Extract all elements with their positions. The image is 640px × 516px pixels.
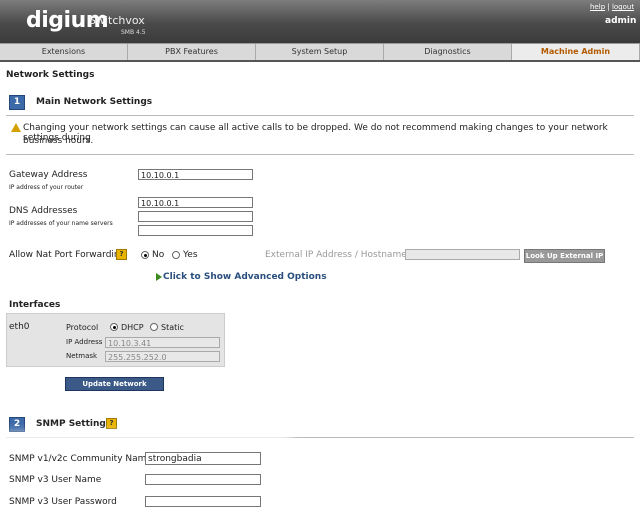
nat-no-label: No (152, 250, 165, 260)
static-radio[interactable] (150, 323, 158, 331)
lookup-external-ip-button[interactable]: Look Up External IP (524, 249, 605, 263)
product-version: SMB 4.5 (121, 29, 146, 36)
ip-address-input[interactable]: 10.10.3.41 (105, 337, 220, 348)
gateway-hint: IP address of your router (9, 184, 84, 191)
snmp-password-input[interactable] (145, 496, 261, 507)
section-number-badge: 2 (9, 417, 25, 432)
dns-label: DNS Addresses (9, 206, 78, 216)
update-network-settings-button[interactable]: Update Network Settings (65, 377, 164, 400)
protocol-label: Protocol (66, 323, 99, 332)
tab-system-setup[interactable]: System Setup (256, 44, 384, 60)
section-divider (6, 437, 634, 438)
logout-link[interactable]: logout (612, 3, 634, 11)
snmp-user-input[interactable] (145, 474, 261, 485)
help-link[interactable]: help (590, 3, 605, 11)
nat-yes-label: Yes (183, 250, 198, 260)
dns-hint: IP addresses of your name servers (9, 220, 113, 227)
page-title: Network Settings (6, 70, 95, 80)
snmp-community-input[interactable]: strongbadia (145, 452, 261, 465)
external-ip-input[interactable] (405, 249, 520, 260)
expand-triangle-icon (156, 273, 162, 281)
snmp-community-label: SNMP v1/v2c Community Name (9, 454, 152, 464)
snmp-user-label: SNMP v3 User Name (9, 475, 102, 485)
nat-yes-radio[interactable] (172, 251, 180, 259)
tab-diagnostics[interactable]: Diagnostics (384, 44, 512, 60)
help-icon[interactable]: ? (116, 249, 127, 260)
section-divider (6, 115, 634, 116)
netmask-input[interactable]: 255.255.252.0 (105, 351, 220, 362)
netmask-label: Netmask (66, 352, 98, 360)
section-number-badge: 1 (9, 95, 25, 110)
snmp-password-label: SNMP v3 User Password (9, 497, 117, 507)
interfaces-title: Interfaces (9, 300, 61, 310)
top-links: help | logout (590, 3, 635, 11)
section-divider (6, 154, 634, 155)
nat-no-radio[interactable] (141, 251, 149, 259)
snmp-section-title: SNMP Settings (36, 419, 112, 429)
tab-machine-admin[interactable]: Machine Admin (512, 44, 640, 60)
ip-address-label: IP Address (66, 338, 103, 346)
warning-text-line1: Changing your network settings can cause… (23, 123, 608, 143)
tab-extensions[interactable]: Extensions (0, 44, 128, 60)
advanced-options-link[interactable]: Click to Show Advanced Options (163, 272, 327, 282)
dhcp-radio[interactable] (110, 323, 118, 331)
dns-input-2[interactable] (138, 211, 253, 222)
warning-text-line2: business hours. (23, 136, 94, 146)
dhcp-label: DHCP (121, 323, 144, 332)
nat-label: Allow Nat Port Forwarding (9, 250, 126, 260)
main-tabs: Extensions PBX Features System Setup Dia… (0, 43, 640, 62)
gateway-label: Gateway Address (9, 170, 88, 180)
product-name: Switchvox (89, 14, 145, 27)
dns-input-3[interactable] (138, 225, 253, 236)
gateway-input[interactable]: 10.10.0.1 (138, 169, 253, 180)
section-title: Main Network Settings (36, 97, 153, 107)
interface-name: eth0 (9, 322, 30, 332)
help-icon[interactable]: ? (106, 418, 117, 429)
static-label: Static (161, 323, 184, 332)
warning-icon (11, 123, 21, 132)
current-user: admin (605, 16, 637, 26)
dns-input-1[interactable]: 10.10.0.1 (138, 197, 253, 208)
tab-pbx-features[interactable]: PBX Features (128, 44, 256, 60)
external-ip-label: External IP Address / Hostname (265, 250, 407, 260)
